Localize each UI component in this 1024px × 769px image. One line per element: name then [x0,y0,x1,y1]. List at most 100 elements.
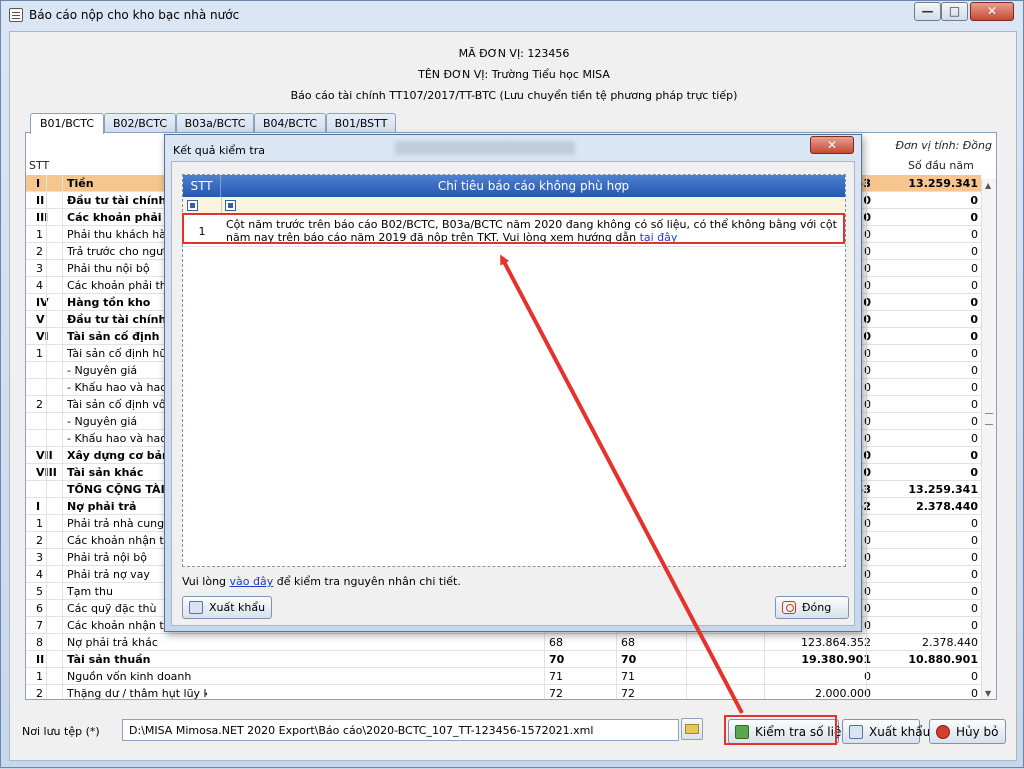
cell-divider [866,447,867,464]
minimize-button[interactable]: — [914,2,941,21]
cell-divider [866,328,867,345]
row-begin-year: 10.880.901 [908,653,978,666]
cell-divider [866,294,867,311]
row-stt: 2 [36,398,43,411]
col-header-stt: STT [29,159,50,172]
scroll-up-icon[interactable]: ▲ [985,181,991,190]
maximize-button[interactable]: □ [941,2,968,21]
minimize-icon: — [921,4,934,18]
cell-divider [46,311,47,328]
scroll-thumb[interactable] [985,413,993,425]
filter-desc-icon[interactable] [225,200,236,211]
result-row[interactable]: 1 Cột năm trước trên báo cáo B02/BCTC, B… [183,215,845,247]
tab-b01-bctc[interactable]: B01/BCTC [30,113,104,134]
cell-divider [62,668,63,685]
check-data-button[interactable]: Kiểm tra số liệu [728,719,849,744]
row-stt: II [36,653,45,666]
row-stt: II [36,194,45,207]
cell-divider [62,209,63,226]
row-begin-year: 0 [970,211,978,224]
note-prefix: Vui lòng [182,575,230,588]
row-begin-year: 0 [971,619,978,632]
row-begin-year: 0 [971,347,978,360]
result-grid-header: STT Chỉ tiêu báo cáo không phù hợp [183,175,845,197]
cell-divider [46,345,47,362]
row-stt: 3 [36,551,43,564]
cell-divider [866,226,867,243]
filter-stt-icon[interactable] [187,200,198,211]
cell-divider [62,413,63,430]
cell-divider [62,192,63,209]
row-begin-year: 0 [971,364,978,377]
result-message: Cột năm trước trên báo cáo B02/BCTC, B03… [226,218,837,244]
report-vertical-scrollbar[interactable]: ▲ ▼ [981,179,996,699]
row-stt: I [36,500,41,513]
row-name: Nguồn vốn kinh doanh [67,670,192,683]
cell-divider [62,277,63,294]
scroll-down-icon[interactable]: ▼ [985,689,991,698]
window-title: Báo cáo nộp cho kho bạc nhà nước [29,8,240,22]
row-begin-year: 0 [971,245,978,258]
tab-b03a-bctc[interactable]: B03a/BCTC [176,113,254,133]
dialog-export-label: Xuất khẩu [209,601,266,614]
row-end-year: 0 [863,194,871,207]
cell-divider [62,447,63,464]
row-stt: 2 [36,687,43,700]
row-end-year: 0 [863,296,871,309]
cell-divider [62,294,63,311]
cell-divider [616,651,617,668]
cell-divider [46,396,47,413]
cell-divider [46,498,47,515]
maximize-icon: □ [948,4,961,18]
close-icon: ✕ [986,4,998,18]
browse-folder-button[interactable] [681,718,703,740]
dialog-close-button[interactable]: ✕ [810,136,854,154]
row-begin-year: 0 [971,398,978,411]
save-path-input[interactable]: D:\MISA Mimosa.NET 2020 Export\Báo cáo\2… [122,719,679,741]
unit-label: Đơn vị tính: Đồng [895,139,992,152]
details-link[interactable]: vào đây [230,575,274,588]
cell-divider [46,209,47,226]
dialog-close-action-button[interactable]: Đóng [775,596,849,619]
guide-link[interactable]: tại đây [640,231,678,244]
cell-divider [46,617,47,634]
cell-divider [62,260,63,277]
cancel-button[interactable]: Hủy bỏ [929,719,1006,744]
cell-divider [62,464,63,481]
row-begin-year: 0 [971,415,978,428]
tab-b01-bstt[interactable]: B01/BSTT [326,113,396,133]
col-header-begin-year: Số đầu năm [908,159,974,172]
cell-divider [62,362,63,379]
row-stt: 1 [36,670,43,683]
cell-divider [62,481,63,498]
cell-divider [866,668,867,685]
row-note: 70 [621,653,637,666]
table-row[interactable]: 1 Nguồn vốn kinh doanh 71 71 0 0 [26,668,981,685]
result-row-text: Cột năm trước trên báo cáo B02/BCTC, B03… [226,218,842,244]
table-row[interactable]: 2 Thặng dư / thâm hụt lũy kế 72 72 2.000.000… [26,685,981,700]
row-stt: 1 [36,347,43,360]
row-stt: 4 [36,279,43,292]
cell-divider [46,277,47,294]
cell-divider [866,651,867,668]
tab-b02-bctc[interactable]: B02/BCTC [104,113,176,133]
cell-divider [46,651,47,668]
close-window-button[interactable]: ✕ [970,2,1014,21]
dialog-close-label: Đóng [802,601,832,614]
cell-divider [544,634,545,651]
table-row[interactable]: II Tài sản thuần 70 70 19.380.901 10.880.901 [26,651,981,668]
cell-divider [46,600,47,617]
row-begin-year: 0 [971,687,978,700]
export-button[interactable]: Xuất khẩu [842,719,930,744]
cell-divider [46,430,47,447]
dialog-export-button[interactable]: Xuất khẩu [182,596,272,619]
row-begin-year: 0 [970,194,978,207]
result-row-stt: 1 [198,225,206,238]
cell-divider [866,464,867,481]
close-icon: ✕ [826,138,838,152]
cell-divider [866,396,867,413]
tab-b04-bctc[interactable]: B04/BCTC [254,113,326,133]
cell-divider [46,583,47,600]
row-begin-year: 0 [970,330,978,343]
table-row[interactable]: 8 Nợ phải trả khác 68 68 123.864.352 2.378.44… [26,634,981,651]
